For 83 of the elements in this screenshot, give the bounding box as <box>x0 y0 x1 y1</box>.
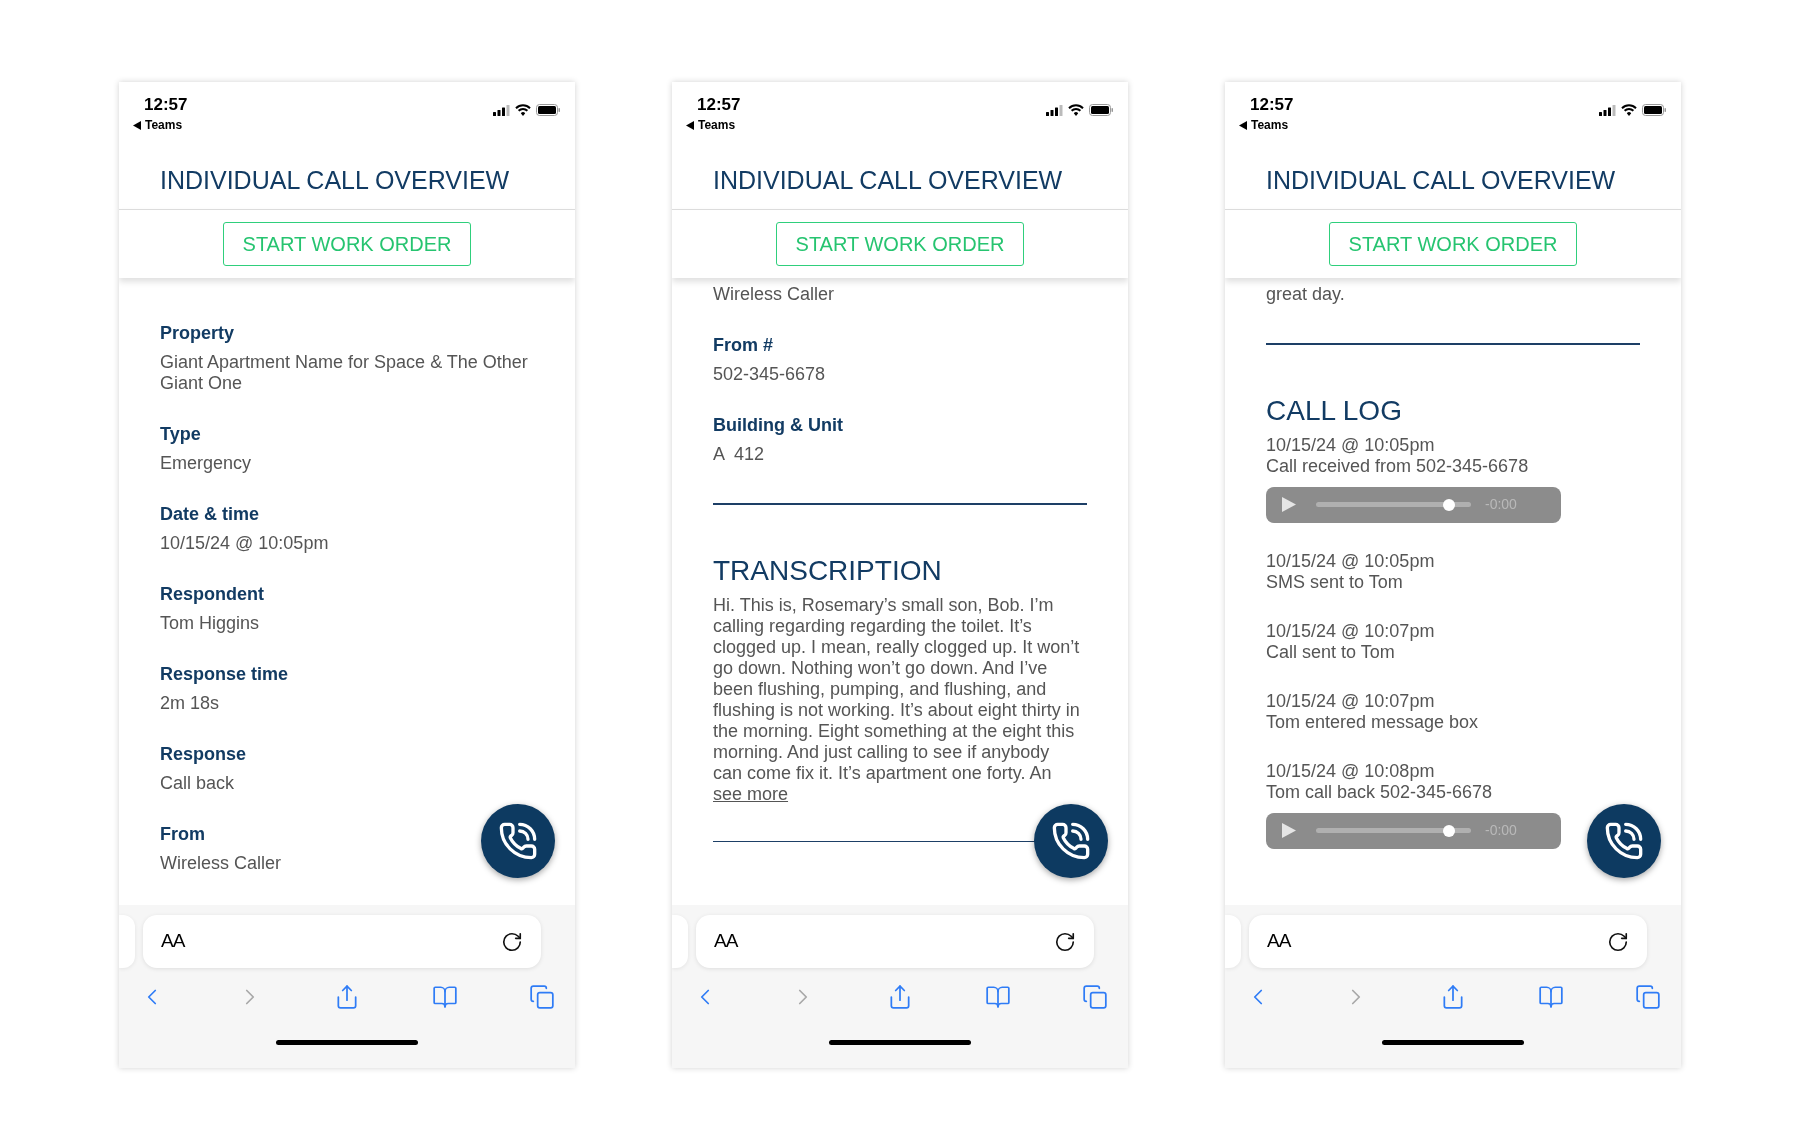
field-label: Building & Unit <box>713 414 843 437</box>
phone-call-icon <box>1051 821 1091 861</box>
tabs-icon[interactable] <box>1082 984 1108 1010</box>
call-button[interactable] <box>481 804 555 878</box>
log-time: 10/15/24 @ 10:05pm <box>1266 434 1435 456</box>
call-button[interactable] <box>1587 804 1661 878</box>
back-triangle-icon[interactable] <box>686 120 694 130</box>
log-time: 10/15/24 @ 10:07pm <box>1266 620 1435 642</box>
field-label: Date & time <box>160 503 260 526</box>
signal-icon <box>493 104 510 116</box>
field-value: Giant Apartment Name for Space & The Other Giant One <box>160 352 529 394</box>
section-heading: TRANSCRIPTION <box>713 554 942 587</box>
back-to-app-link[interactable]: Teams <box>1251 118 1289 132</box>
field-label: Respondent <box>160 583 264 606</box>
field-label: Response <box>160 743 247 766</box>
book-icon[interactable] <box>1537 984 1564 1010</box>
status-time: 12:57 <box>144 94 188 116</box>
log-text: Call received from 502-345-6678 <box>1266 455 1529 477</box>
back-triangle-icon[interactable] <box>133 120 141 130</box>
field-label: Response time <box>160 663 289 686</box>
reload-icon[interactable] <box>501 930 523 953</box>
field-value: 502-345-6678 <box>713 364 826 385</box>
text-size-button[interactable]: AA <box>714 927 738 956</box>
book-icon[interactable] <box>984 984 1011 1010</box>
battery-icon <box>1642 104 1667 116</box>
log-text: Tom call back 502-345-6678 <box>1266 781 1493 803</box>
battery-icon <box>1089 104 1114 116</box>
field-label: Property <box>160 322 235 345</box>
page-title: INDIVIDUAL CALL OVERVIEW <box>160 164 510 195</box>
status-time: 12:57 <box>1250 94 1294 116</box>
transcription-text: Hi. This is, Rosemary’s small son, Bob. I’m calling regarding regarding the toilet. It’s clogged up. I mean, really clogged up. It won’t go down. Nothing won’t go down. And I’ve been flushing, pumping, and flushing, and flushing is not working. It’s about eight thirty in the morning. Eight something at the eight this morning. And just calling to see if anybody can come fix it. It’s apartment one forty. An see more <box>713 594 1081 805</box>
text-size-button[interactable]: AA <box>161 927 185 956</box>
wifi-icon <box>1621 104 1637 116</box>
call-button[interactable] <box>1034 804 1108 878</box>
page-title: INDIVIDUAL CALL OVERVIEW <box>1266 164 1616 195</box>
field-value: 10/15/24 @ 10:05pm <box>160 533 329 554</box>
signal-icon <box>1046 104 1063 116</box>
battery-icon <box>536 104 561 116</box>
back-to-app-link[interactable]: Teams <box>145 118 183 132</box>
field-value: Tom Higgins <box>160 613 260 634</box>
text-size-button[interactable]: AA <box>1267 927 1291 956</box>
back-to-app-link[interactable]: Teams <box>698 118 736 132</box>
log-time: 10/15/24 @ 10:08pm <box>1266 760 1435 782</box>
field-value: 2m 18s <box>160 693 220 714</box>
log-time: 10/15/24 @ 10:07pm <box>1266 690 1435 712</box>
log-text: Tom entered message box <box>1266 711 1479 733</box>
field-label: Type <box>160 423 201 446</box>
address-bar[interactable]: AA <box>1249 915 1647 968</box>
share-icon[interactable] <box>1440 984 1466 1010</box>
field-value: Wireless Caller <box>160 853 282 874</box>
share-icon[interactable] <box>887 984 913 1010</box>
field-label: From <box>160 823 205 846</box>
tabs-icon[interactable] <box>529 984 555 1010</box>
field-value: A 412 <box>713 444 765 465</box>
phone-call-icon <box>498 821 538 861</box>
see-more-link[interactable]: see more <box>713 783 789 804</box>
address-bar[interactable]: AA <box>143 915 541 968</box>
back-triangle-icon[interactable] <box>1239 120 1247 130</box>
field-value: Call back <box>160 773 235 794</box>
log-text: Call sent to Tom <box>1266 641 1395 663</box>
wifi-icon <box>1068 104 1084 116</box>
status-time: 12:57 <box>697 94 741 116</box>
page-title: INDIVIDUAL CALL OVERVIEW <box>713 164 1063 195</box>
reload-icon[interactable] <box>1607 930 1629 953</box>
log-text: SMS sent to Tom <box>1266 571 1403 593</box>
reload-icon[interactable] <box>1054 930 1076 953</box>
body-text: Wireless Caller <box>713 284 835 305</box>
field-value: Emergency <box>160 453 252 474</box>
log-time: 10/15/24 @ 10:05pm <box>1266 550 1435 572</box>
play-icon[interactable] <box>1282 497 1296 512</box>
share-icon[interactable] <box>334 984 360 1010</box>
field-label: From # <box>713 334 773 357</box>
audio-progress-thumb[interactable] <box>1443 498 1456 511</box>
book-icon[interactable] <box>431 984 458 1010</box>
wifi-icon <box>515 104 531 116</box>
address-bar[interactable]: AA <box>696 915 1094 968</box>
tabs-icon[interactable] <box>1635 984 1661 1010</box>
audio-progress-thumb[interactable] <box>1443 824 1456 837</box>
section-heading: CALL LOG <box>1266 394 1402 427</box>
play-icon[interactable] <box>1282 823 1296 838</box>
signal-icon <box>1599 104 1616 116</box>
body-text: great day. <box>1266 284 1345 305</box>
phone-call-icon <box>1604 821 1644 861</box>
